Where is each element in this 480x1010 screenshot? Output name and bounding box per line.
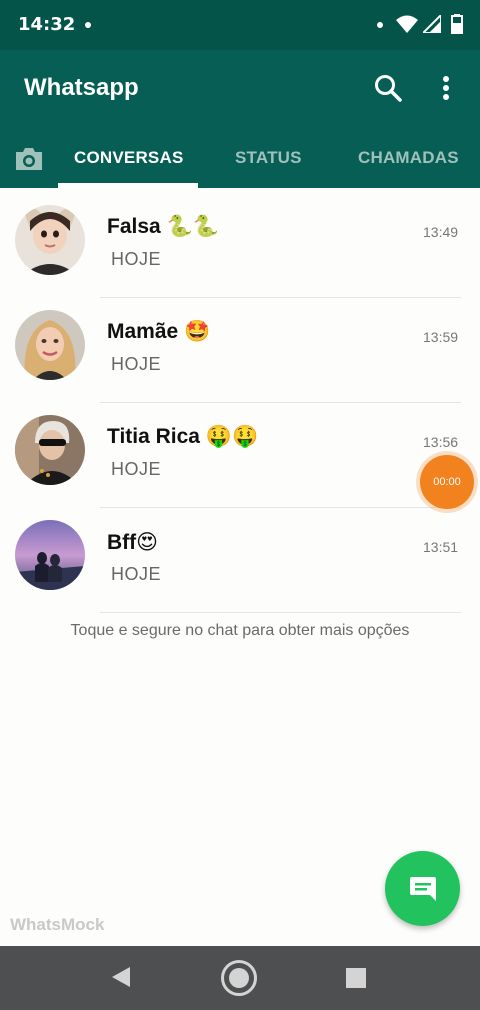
new-chat-button[interactable] <box>385 851 460 926</box>
app-title: Whatsapp <box>24 74 139 101</box>
chat-time: 13:49 <box>423 224 459 240</box>
notification-dot-icon <box>85 22 91 28</box>
divider <box>100 612 461 613</box>
chat-name: Titia Rica 🤑🤑 <box>107 425 259 448</box>
chat-item[interactable]: Falsa 🐍🐍 HOJE 13:49 <box>0 193 480 298</box>
app-bar: Whatsapp CONVERSAS STATUS CHAMADAS <box>0 50 480 188</box>
battery-icon <box>451 14 463 34</box>
more-vert-icon[interactable] <box>432 72 460 104</box>
chat-time: 13:59 <box>423 329 459 345</box>
recents-icon[interactable] <box>345 967 367 989</box>
status-time: 14:32 <box>18 14 76 35</box>
tab-conversas[interactable]: CONVERSAS <box>74 148 184 168</box>
wifi-icon <box>396 15 418 33</box>
hint-text: Toque e segure no chat para obter mais o… <box>70 622 410 639</box>
back-icon[interactable] <box>111 966 131 988</box>
avatar[interactable] <box>15 415 85 485</box>
notification-dot-icon <box>377 22 383 28</box>
chat-time: 13:56 <box>423 434 459 450</box>
camera-icon[interactable] <box>14 146 44 172</box>
signal-icon <box>423 15 441 33</box>
watermark: WhatsMock <box>10 915 105 934</box>
chat-name: Bff😍 <box>107 531 159 554</box>
chat-subtitle: HOJE <box>111 354 162 374</box>
home-icon[interactable] <box>219 958 259 998</box>
tab-bar: CONVERSAS STATUS CHAMADAS <box>0 138 480 188</box>
chat-name: Falsa 🐍🐍 <box>107 215 219 238</box>
avatar[interactable] <box>15 520 85 590</box>
new-chat-icon <box>410 877 436 901</box>
chat-subtitle: HOJE <box>111 459 162 479</box>
navigation-bar <box>0 946 480 1010</box>
chat-time: 13:51 <box>423 539 459 555</box>
tab-indicator <box>58 183 198 188</box>
chat-item[interactable]: Mamãe 🤩 HOJE 13:59 <box>0 298 480 403</box>
avatar[interactable] <box>15 310 85 380</box>
chat-name: Mamãe 🤩 <box>107 320 211 343</box>
tab-status[interactable]: STATUS <box>235 148 302 168</box>
chat-subtitle: HOJE <box>111 564 162 584</box>
chat-item[interactable]: Titia Rica 🤑🤑 HOJE 13:56 <box>0 403 480 508</box>
search-icon[interactable] <box>372 72 404 104</box>
status-bar: 14:32 <box>0 0 480 50</box>
chat-item[interactable]: Bff😍 HOJE 13:51 <box>0 508 480 613</box>
recording-timer[interactable]: 00:00 <box>420 455 474 509</box>
chat-subtitle: HOJE <box>111 249 162 269</box>
avatar[interactable] <box>15 205 85 275</box>
tab-chamadas[interactable]: CHAMADAS <box>358 148 459 168</box>
